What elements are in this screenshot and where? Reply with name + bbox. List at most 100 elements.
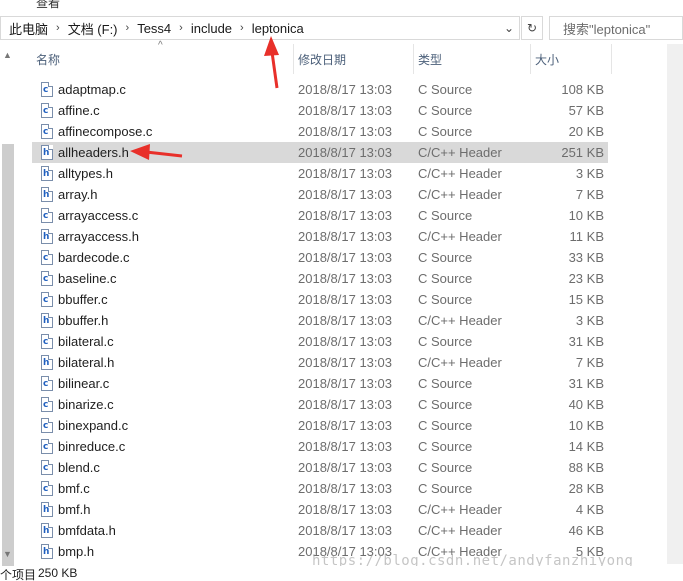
- file-name[interactable]: arrayaccess.h: [58, 229, 139, 244]
- file-type: C Source: [418, 271, 473, 286]
- file-name[interactable]: arrayaccess.c: [58, 208, 138, 223]
- file-date: 2018/8/17 13:03: [298, 313, 392, 328]
- file-name[interactable]: binexpand.c: [58, 418, 128, 433]
- file-name[interactable]: binreduce.c: [58, 439, 125, 454]
- chevron-right-icon[interactable]: ›: [50, 22, 66, 34]
- c-source-file-icon: c: [41, 250, 53, 265]
- file-type: C Source: [418, 208, 473, 223]
- column-header-date[interactable]: 修改日期: [294, 44, 414, 74]
- header-file-icon: h: [41, 355, 53, 370]
- column-header-name[interactable]: 名称: [32, 44, 294, 74]
- scroll-up-icon[interactable]: ▲: [3, 50, 12, 60]
- file-name[interactable]: allheaders.h: [58, 145, 129, 160]
- breadcrumb-leptonica[interactable]: leptonica: [250, 21, 306, 36]
- ribbon-tab-view[interactable]: 查看: [36, 0, 60, 11]
- address-bar[interactable]: 此电脑 › 文档 (F:) › Tess4 › include › lepton…: [0, 16, 520, 40]
- file-row[interactable]: h bbuffer.h 2018/8/17 13:03 C/C++ Header 3 K…: [32, 310, 608, 331]
- file-name[interactable]: bmfdata.h: [58, 523, 116, 538]
- file-row[interactable]: h arrayaccess.h 2018/8/17 13:03 C/C++ Heade…: [32, 226, 608, 247]
- file-type: C Source: [418, 397, 473, 412]
- file-name[interactable]: bbuffer.c: [58, 292, 108, 307]
- file-row[interactable]: c bardecode.c 2018/8/17 13:03 C Source 33 KB: [32, 247, 608, 268]
- vertical-scrollbar[interactable]: [667, 44, 683, 564]
- file-name[interactable]: array.h: [58, 187, 98, 202]
- file-name[interactable]: affinecompose.c: [58, 124, 152, 139]
- file-size: 15 KB: [568, 292, 604, 307]
- file-row[interactable]: c blend.c 2018/8/17 13:03 C Source 88 KB: [32, 457, 608, 478]
- file-size: 3 KB: [575, 313, 604, 328]
- file-row[interactable]: c binreduce.c 2018/8/17 13:03 C Source 14 KB: [32, 436, 608, 457]
- c-source-file-icon: c: [41, 334, 53, 349]
- file-name[interactable]: blend.c: [58, 460, 100, 475]
- header-file-icon: h: [41, 229, 53, 244]
- file-date: 2018/8/17 13:03: [298, 250, 392, 265]
- file-name[interactable]: affine.c: [58, 103, 100, 118]
- file-name[interactable]: bmp.h: [58, 544, 94, 559]
- file-name[interactable]: bilinear.c: [58, 376, 109, 391]
- chevron-right-icon[interactable]: ›: [173, 22, 189, 34]
- breadcrumb-this-pc[interactable]: 此电脑: [1, 19, 50, 38]
- breadcrumb-drive[interactable]: 文档 (F:): [66, 19, 120, 38]
- file-date: 2018/8/17 13:03: [298, 82, 392, 97]
- file-row[interactable]: c adaptmap.c 2018/8/17 13:03 C Source 108 KB: [32, 79, 608, 100]
- c-source-file-icon: c: [41, 82, 53, 97]
- file-row[interactable]: h bmfdata.h 2018/8/17 13:03 C/C++ Header 46 …: [32, 520, 608, 541]
- column-header-type[interactable]: 类型: [414, 44, 531, 74]
- file-type: C Source: [418, 334, 473, 349]
- file-row[interactable]: h bmf.h 2018/8/17 13:03 C/C++ Header 4 KB: [32, 499, 608, 520]
- c-source-file-icon: c: [41, 208, 53, 223]
- file-row[interactable]: c arrayaccess.c 2018/8/17 13:03 C Source 10 …: [32, 205, 608, 226]
- file-name[interactable]: baseline.c: [58, 271, 117, 286]
- file-row[interactable]: c binarize.c 2018/8/17 13:03 C Source 40 KB: [32, 394, 608, 415]
- file-row[interactable]: h bilateral.h 2018/8/17 13:03 C/C++ Header 7…: [32, 352, 608, 373]
- file-row[interactable]: h array.h 2018/8/17 13:03 C/C++ Header 7 KB: [32, 184, 608, 205]
- file-name[interactable]: bbuffer.h: [58, 313, 108, 328]
- file-row[interactable]: c affine.c 2018/8/17 13:03 C Source 57 KB: [32, 100, 608, 121]
- navigation-pane[interactable]: ▲ ▼: [0, 44, 16, 569]
- breadcrumb-include[interactable]: include: [189, 21, 234, 36]
- file-name[interactable]: bardecode.c: [58, 250, 130, 265]
- file-row[interactable]: c binexpand.c 2018/8/17 13:03 C Source 10 KB: [32, 415, 608, 436]
- file-size: 31 KB: [568, 334, 604, 349]
- file-name[interactable]: adaptmap.c: [58, 82, 126, 97]
- file-name[interactable]: bmf.h: [58, 502, 91, 517]
- breadcrumb-tess4[interactable]: Tess4: [135, 21, 173, 36]
- file-size: 46 KB: [568, 523, 604, 538]
- file-row[interactable]: h allheaders.h 2018/8/17 13:03 C/C++ Header…: [32, 142, 608, 163]
- nav-scrollbar-thumb[interactable]: [2, 144, 14, 569]
- file-size: 31 KB: [568, 376, 604, 391]
- file-row[interactable]: c affinecompose.c 2018/8/17 13:03 C Source 2…: [32, 121, 608, 142]
- chevron-down-icon[interactable]: ⌄: [498, 16, 520, 40]
- file-date: 2018/8/17 13:03: [298, 376, 392, 391]
- file-row[interactable]: h alltypes.h 2018/8/17 13:03 C/C++ Header 3 …: [32, 163, 608, 184]
- file-date: 2018/8/17 13:03: [298, 502, 392, 517]
- file-date: 2018/8/17 13:03: [298, 166, 392, 181]
- file-row[interactable]: c bmf.c 2018/8/17 13:03 C Source 28 KB: [32, 478, 608, 499]
- file-name[interactable]: bilateral.h: [58, 355, 114, 370]
- file-type: C Source: [418, 376, 473, 391]
- file-name[interactable]: bilateral.c: [58, 334, 114, 349]
- file-name[interactable]: binarize.c: [58, 397, 114, 412]
- chevron-right-icon[interactable]: ›: [120, 22, 136, 34]
- c-source-file-icon: c: [41, 271, 53, 286]
- chevron-right-icon[interactable]: ›: [234, 22, 250, 34]
- file-row[interactable]: c bilateral.c 2018/8/17 13:03 C Source 31 KB: [32, 331, 608, 352]
- file-size: 7 KB: [575, 355, 604, 370]
- file-type: C Source: [418, 250, 473, 265]
- file-type: C/C++ Header: [418, 166, 502, 181]
- refresh-icon[interactable]: ↻: [521, 16, 543, 40]
- file-date: 2018/8/17 13:03: [298, 439, 392, 454]
- file-type: C Source: [418, 292, 473, 307]
- column-header-size[interactable]: 大小: [531, 44, 612, 74]
- search-input[interactable]: 搜索"leptonica": [549, 16, 683, 40]
- file-type: C/C++ Header: [418, 187, 502, 202]
- scroll-down-icon[interactable]: ▼: [3, 549, 12, 559]
- file-name[interactable]: alltypes.h: [58, 166, 113, 181]
- file-row[interactable]: c bbuffer.c 2018/8/17 13:03 C Source 15 KB: [32, 289, 608, 310]
- file-row[interactable]: c bilinear.c 2018/8/17 13:03 C Source 31 KB: [32, 373, 608, 394]
- file-name[interactable]: bmf.c: [58, 481, 90, 496]
- c-source-file-icon: c: [41, 103, 53, 118]
- file-size: 251 KB: [561, 145, 604, 160]
- file-row[interactable]: c baseline.c 2018/8/17 13:03 C Source 23 KB: [32, 268, 608, 289]
- file-size: 23 KB: [568, 271, 604, 286]
